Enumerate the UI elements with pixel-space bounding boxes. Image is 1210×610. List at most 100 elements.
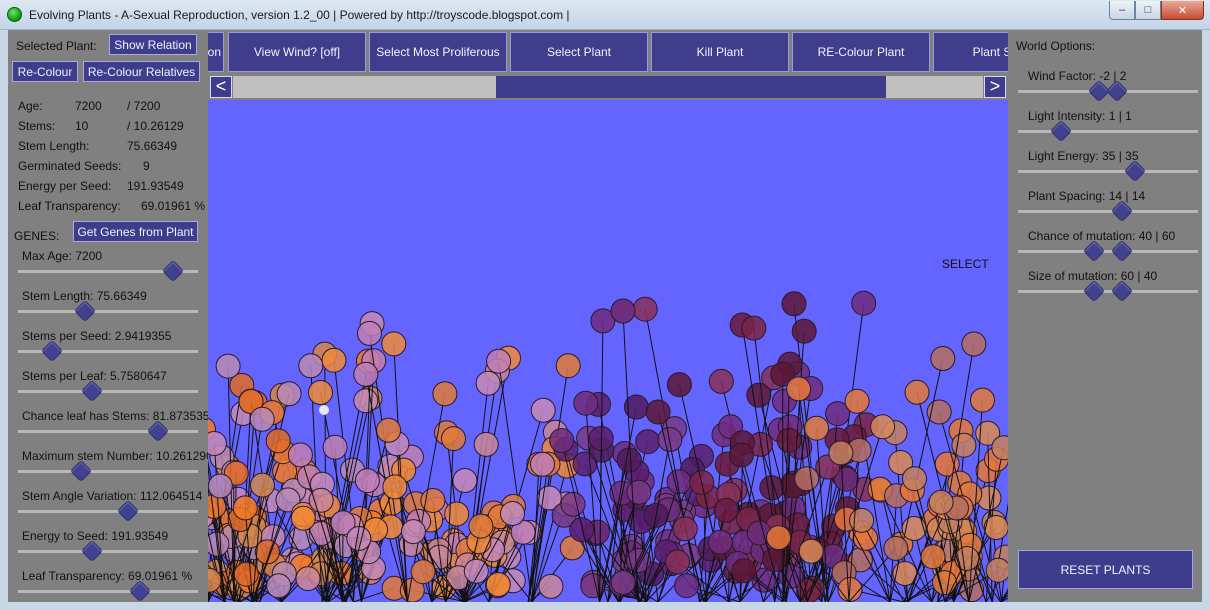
select-plant-button[interactable]: Select Plant xyxy=(510,32,648,72)
recolour-relatives-button[interactable]: Re-Colour Relatives xyxy=(83,61,200,82)
plant-leaf[interactable] xyxy=(376,417,402,443)
plant-leaf[interactable] xyxy=(616,447,642,473)
gene-slider[interactable] xyxy=(18,259,198,283)
plant-leaf[interactable] xyxy=(249,472,275,498)
plant-leaf[interactable] xyxy=(400,519,426,545)
plant-leaf[interactable] xyxy=(672,516,698,542)
slider-knob[interactable] xyxy=(129,579,152,602)
plant-leaf[interactable] xyxy=(321,347,347,373)
plant-leaf[interactable] xyxy=(632,296,658,322)
plant-leaf[interactable] xyxy=(452,468,478,493)
plant-leaf[interactable] xyxy=(530,451,555,477)
plant-leaf[interactable] xyxy=(883,535,909,561)
plant-leaf[interactable] xyxy=(290,505,316,531)
plant-leaf[interactable] xyxy=(666,372,692,398)
show-relation-button[interactable]: Show Relation xyxy=(109,34,197,55)
gene-slider[interactable] xyxy=(18,579,198,602)
mutation-size-slider[interactable] xyxy=(1018,279,1198,303)
light-intensity-slider[interactable] xyxy=(1018,119,1198,143)
close-button[interactable]: ✕ xyxy=(1161,1,1204,20)
kill-plant-button[interactable]: Kill Plant xyxy=(651,32,789,72)
plant-leaf[interactable] xyxy=(786,376,812,402)
plant-leaf[interactable] xyxy=(382,474,408,500)
plant-leaf[interactable] xyxy=(781,291,807,317)
plant-leaf[interactable] xyxy=(804,415,830,441)
plant-leaf[interactable] xyxy=(444,501,470,527)
view-wind-button[interactable]: View Wind? [off] xyxy=(228,32,366,72)
plant-leaf[interactable] xyxy=(353,361,379,387)
plant-leaf[interactable] xyxy=(985,557,1008,583)
plant-leaf[interactable] xyxy=(549,428,575,453)
plant-leaf[interactable] xyxy=(870,414,896,440)
plant-leaf[interactable] xyxy=(746,382,772,408)
plant-leaf[interactable] xyxy=(357,320,382,346)
plant-leaf[interactable] xyxy=(208,473,233,499)
plant-leaf[interactable] xyxy=(573,390,599,416)
plant-leaf[interactable] xyxy=(849,507,875,533)
gene-slider[interactable] xyxy=(18,499,198,523)
plant-leaf[interactable] xyxy=(276,381,302,407)
show-selection-button[interactable]: Show Selection xyxy=(208,32,224,72)
select-most-proliferous-button[interactable]: Select Most Proliferous xyxy=(369,32,507,72)
plant-leaf[interactable] xyxy=(904,379,930,405)
plant-leaf[interactable] xyxy=(766,525,792,551)
recolour-button[interactable]: Re-Colour xyxy=(12,61,78,82)
maximize-button[interactable]: □ xyxy=(1135,1,1161,20)
plant-leaf[interactable] xyxy=(610,298,636,324)
plant-leaf[interactable] xyxy=(530,397,556,423)
slider-knob[interactable] xyxy=(80,379,103,403)
plant-leaf[interactable] xyxy=(441,426,466,452)
plant-leaf[interactable] xyxy=(928,489,954,515)
plant-leaf[interactable] xyxy=(322,434,348,460)
plant-leaf[interactable] xyxy=(708,368,734,394)
plant-leaf[interactable] xyxy=(635,429,661,455)
plant-leaf[interactable] xyxy=(266,573,292,599)
plant-leaf[interactable] xyxy=(674,573,700,599)
plant-leaf[interactable] xyxy=(308,487,334,513)
plant-seed-button[interactable]: Plant Seed xyxy=(933,32,1008,72)
plant-leaf[interactable] xyxy=(500,501,525,526)
plant-leaf[interactable] xyxy=(473,431,499,457)
slider-knob[interactable] xyxy=(1105,79,1129,103)
plant-leaf[interactable] xyxy=(485,572,511,597)
get-genes-button[interactable]: Get Genes from Plant xyxy=(73,221,198,242)
plant-leaf[interactable] xyxy=(930,346,956,371)
minimize-button[interactable]: – xyxy=(1109,1,1135,20)
slider-knob[interactable] xyxy=(161,259,184,283)
plant-leaf[interactable] xyxy=(468,513,494,539)
plant-leaf[interactable] xyxy=(731,558,757,584)
plant-leaf[interactable] xyxy=(645,399,671,425)
gene-slider[interactable] xyxy=(18,299,198,323)
gene-slider[interactable] xyxy=(18,379,198,403)
plant-leaf[interactable] xyxy=(707,529,733,555)
plant-leaf[interactable] xyxy=(920,544,946,570)
plant-leaf[interactable] xyxy=(844,388,870,414)
slider-knob[interactable] xyxy=(41,339,64,363)
plant-leaf[interactable] xyxy=(354,468,380,494)
plant-leaf[interactable] xyxy=(560,491,586,517)
slider-knob[interactable] xyxy=(116,499,139,523)
plant-leaf[interactable] xyxy=(741,315,767,341)
scroll-thumb[interactable] xyxy=(495,76,886,98)
plant-leaf[interactable] xyxy=(486,348,512,374)
plant-leaf[interactable] xyxy=(353,388,379,414)
scroll-left-arrow[interactable]: < xyxy=(210,76,232,98)
plant-spacing-slider[interactable] xyxy=(1018,199,1198,223)
gene-slider[interactable] xyxy=(18,459,198,483)
slider-knob[interactable] xyxy=(1082,239,1105,263)
gene-slider[interactable] xyxy=(18,419,198,443)
plant-leaf[interactable] xyxy=(961,331,987,357)
plant-leaf[interactable] xyxy=(657,427,683,452)
gene-slider[interactable] xyxy=(18,539,198,563)
plant-leaf[interactable] xyxy=(475,370,501,396)
plant-leaf[interactable] xyxy=(569,517,595,543)
slider-knob[interactable] xyxy=(1123,159,1147,183)
slider-knob[interactable] xyxy=(69,459,93,483)
plant-leaf[interactable] xyxy=(298,353,324,379)
plant-leaf[interactable] xyxy=(208,431,227,456)
plant-leaf[interactable] xyxy=(626,479,652,505)
slider-knob[interactable] xyxy=(73,299,96,323)
plant-leaf[interactable] xyxy=(851,290,877,316)
plant-leaf[interactable] xyxy=(791,318,817,344)
slider-knob[interactable] xyxy=(1111,199,1134,223)
